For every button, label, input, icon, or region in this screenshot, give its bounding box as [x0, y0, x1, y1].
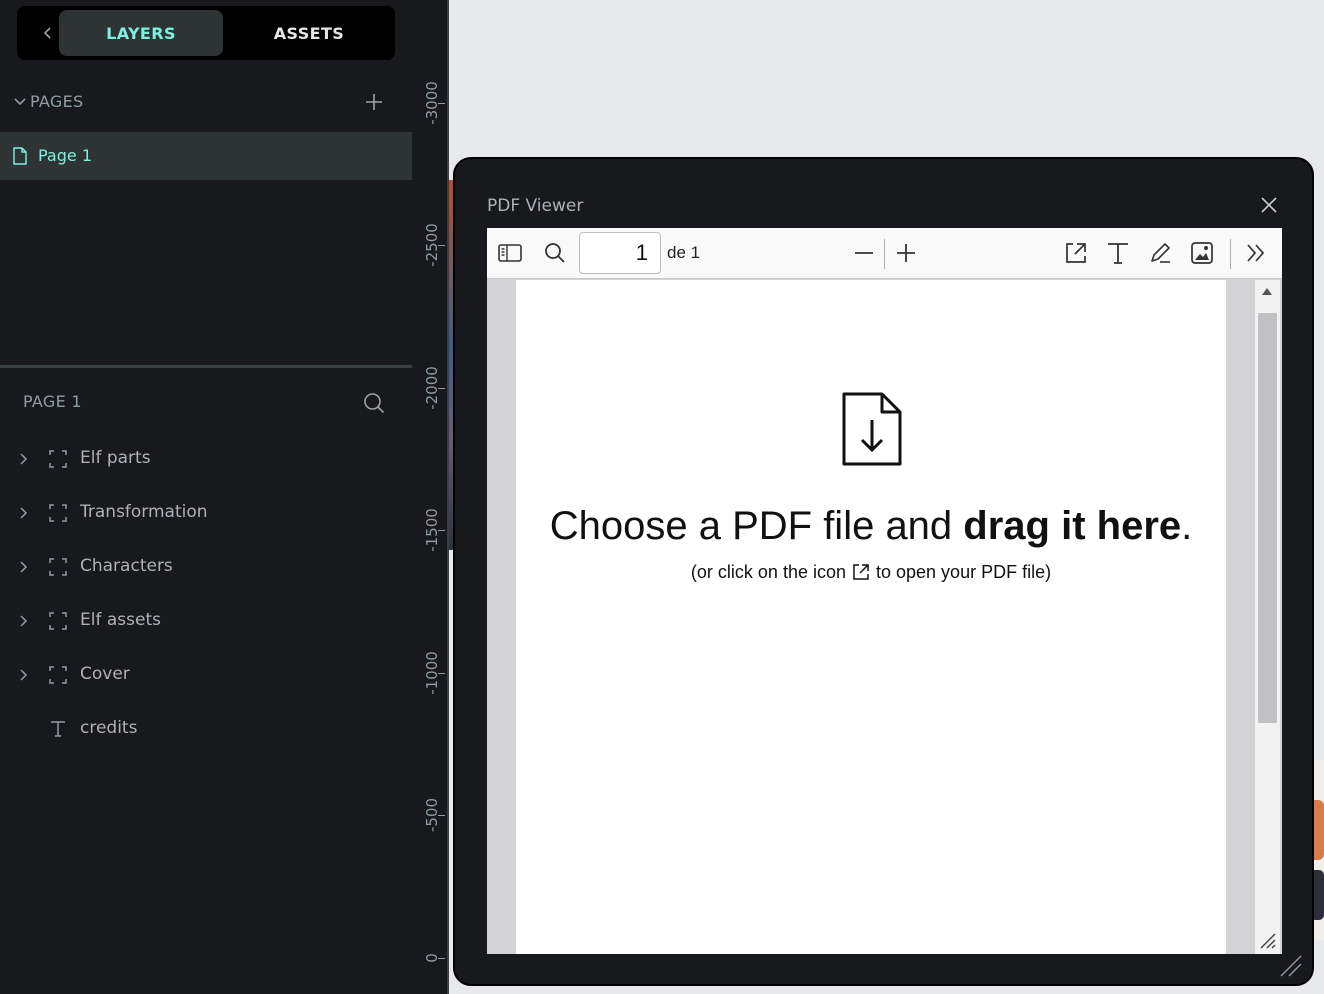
- layer-label: Characters: [80, 556, 173, 576]
- double-chevron-right-icon[interactable]: [1243, 240, 1269, 266]
- ruler-tick-label: -2000: [423, 366, 441, 410]
- ruler-tick: -1000: [412, 651, 447, 695]
- board-icon: [49, 504, 67, 522]
- page-count: de 1: [667, 243, 701, 262]
- page-number-input[interactable]: 1: [579, 232, 661, 274]
- subline-before: (or click on the icon: [690, 562, 846, 582]
- file-download-icon: [842, 392, 902, 466]
- board-icon: [49, 666, 67, 684]
- text-tool-icon[interactable]: [1105, 240, 1131, 266]
- sidebar-tabs: LAYERS ASSETS: [17, 6, 395, 60]
- vertical-ruler[interactable]: -3000 -2500 -2000 -1500 -1000 -500 0: [412, 0, 447, 994]
- tab-layers[interactable]: LAYERS: [59, 10, 223, 56]
- chevron-right-icon[interactable]: [16, 452, 30, 466]
- ruler-tick: 0: [412, 953, 447, 963]
- image-tool-icon[interactable]: [1189, 240, 1215, 266]
- pdf-page[interactable]: Choose a PDF file and drag it here. (or …: [516, 280, 1226, 954]
- subline-after: to open your PDF file): [876, 562, 1052, 582]
- layer-item-elf-assets[interactable]: Elf assets: [0, 601, 412, 641]
- headline-bold: drag it here: [963, 504, 1182, 548]
- chevron-right-icon[interactable]: [16, 560, 30, 574]
- sidebar-toggle-icon[interactable]: [497, 240, 523, 266]
- plus-icon[interactable]: [364, 92, 384, 112]
- resize-grip-icon[interactable]: [1259, 932, 1277, 950]
- layer-label: Elf parts: [80, 448, 151, 468]
- layer-label: credits: [80, 718, 138, 738]
- open-file-icon: [853, 564, 869, 580]
- layer-item-elf-parts[interactable]: Elf parts: [0, 439, 412, 479]
- ruler-tick-label: 0: [423, 953, 441, 963]
- close-icon[interactable]: [1259, 195, 1279, 215]
- pages-header[interactable]: PAGES: [0, 84, 412, 120]
- layers-title: PAGE 1: [23, 392, 82, 411]
- headline-regular: Choose a PDF file and: [549, 504, 964, 548]
- layer-label: Elf assets: [80, 610, 161, 630]
- ruler-tick-label: -1500: [423, 508, 441, 552]
- section-divider[interactable]: [0, 365, 412, 368]
- chevron-right-icon[interactable]: [16, 506, 30, 520]
- toolbar-separator: [1230, 239, 1231, 269]
- search-icon[interactable]: [362, 391, 386, 415]
- chevron-right-icon[interactable]: [16, 668, 30, 682]
- modal-title: PDF Viewer: [487, 196, 584, 216]
- board-icon: [49, 450, 67, 468]
- zoom-in-icon[interactable]: [893, 240, 919, 266]
- page-item-page-1[interactable]: Page 1: [0, 132, 412, 180]
- layer-item-cover[interactable]: Cover: [0, 655, 412, 695]
- ruler-tick-label: -1000: [423, 651, 441, 695]
- pdf-viewer-frame: 1 de 1 Choose a PDF file and drag it her…: [487, 228, 1282, 954]
- pages-title: PAGES: [30, 92, 84, 111]
- ruler-tick: -500: [412, 798, 447, 832]
- pdf-toolbar: 1 de 1: [487, 228, 1282, 279]
- layer-label: Cover: [80, 664, 130, 684]
- page-item-label: Page 1: [38, 146, 92, 165]
- chevron-left-icon[interactable]: [37, 22, 59, 44]
- scroll-up-arrow-icon[interactable]: [1262, 288, 1272, 295]
- toolbar-separator: [884, 239, 885, 269]
- tab-assets[interactable]: ASSETS: [227, 10, 391, 56]
- ruler-tick-label: -2500: [423, 223, 441, 267]
- headline-end: .: [1181, 504, 1193, 548]
- ruler-tick: -3000: [412, 81, 447, 125]
- file-icon: [13, 147, 27, 165]
- chevron-right-icon[interactable]: [16, 614, 30, 628]
- open-file-icon[interactable]: [1063, 240, 1089, 266]
- vertical-scrollbar[interactable]: [1255, 280, 1280, 954]
- drop-headline: Choose a PDF file and drag it here.: [516, 504, 1226, 549]
- ruler-tick: -2000: [412, 366, 447, 410]
- ruler-tick: -2500: [412, 223, 447, 267]
- board-icon: [49, 558, 67, 576]
- layer-label: Transformation: [80, 502, 208, 522]
- draw-tool-icon[interactable]: [1147, 240, 1173, 266]
- chevron-down-icon[interactable]: [13, 95, 27, 109]
- layer-item-transformation[interactable]: Transformation: [0, 493, 412, 533]
- pdf-viewer-modal: PDF Viewer 1 de 1 Choose a PDF file and …: [453, 157, 1314, 986]
- sidebar: LAYERS ASSETS PAGES Page 1 PAGE 1 Elf pa…: [0, 0, 412, 994]
- layer-item-credits[interactable]: credits: [0, 709, 412, 749]
- zoom-out-icon[interactable]: [851, 240, 877, 266]
- modal-resize-grip-icon[interactable]: [1279, 954, 1303, 978]
- search-icon[interactable]: [542, 240, 568, 266]
- drop-subline: (or click on the icon to open your PDF fi…: [516, 562, 1226, 583]
- ruler-tick: -1500: [412, 508, 447, 552]
- layer-item-characters[interactable]: Characters: [0, 547, 412, 587]
- ruler-tick-label: -3000: [423, 81, 441, 125]
- text-icon: [51, 721, 65, 737]
- layers-header: PAGE 1: [0, 385, 412, 419]
- scrollbar-thumb[interactable]: [1258, 313, 1277, 723]
- ruler-tick-label: -500: [423, 797, 441, 833]
- board-icon: [49, 612, 67, 630]
